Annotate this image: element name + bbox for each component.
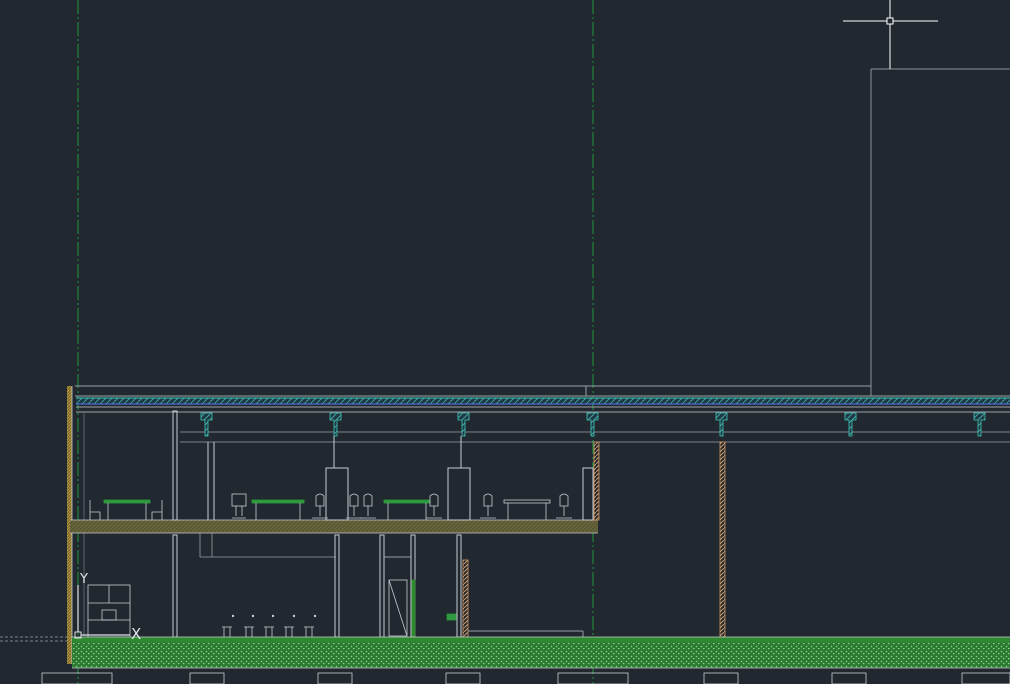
ucs-y-label: Y xyxy=(79,572,88,587)
roof-slab xyxy=(75,385,1010,443)
crosshair-cursor-icon xyxy=(843,0,938,69)
mezzanine-slab xyxy=(70,519,598,558)
cad-section-drawing[interactable]: Y X xyxy=(0,0,1010,684)
ground-slab xyxy=(0,636,1010,669)
ucs-x-label: X xyxy=(131,625,141,643)
ucs-axis-icon xyxy=(74,585,130,639)
ground-floor-furniture xyxy=(87,584,457,638)
upper-volume-outline xyxy=(870,68,1010,396)
mezzanine-furniture xyxy=(89,493,572,520)
bar-stools xyxy=(222,614,317,637)
hatched-walls xyxy=(462,441,726,638)
drawing-viewport[interactable]: Y X xyxy=(0,0,1010,684)
roof-beams xyxy=(200,412,986,437)
foundation-footings xyxy=(41,672,1010,684)
